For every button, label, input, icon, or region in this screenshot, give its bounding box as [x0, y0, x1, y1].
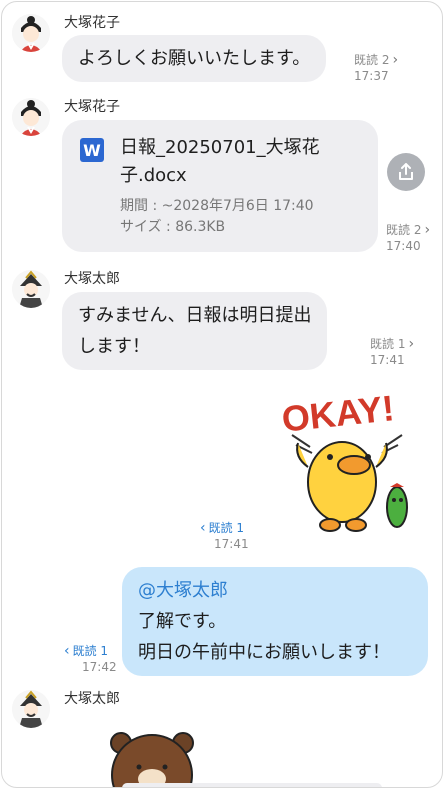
message-time: 17:40: [386, 239, 421, 253]
avatar-taro[interactable]: [12, 690, 50, 728]
avatar-hanako[interactable]: [12, 14, 50, 52]
read-count: 既読 1: [208, 521, 245, 535]
read-count: 既読 1: [370, 337, 406, 351]
sender-name: 大塚太郎: [64, 691, 120, 707]
read-receipt[interactable]: ‹ 既読 1: [200, 520, 249, 536]
sender-name: 大塚花子: [64, 99, 120, 115]
file-size: サイズ : 86.3KB: [120, 219, 226, 235]
message-time: 17:41: [370, 353, 405, 367]
message-meta: 既読 2 › 17:40: [386, 222, 430, 254]
read-count: 既読 2: [386, 223, 422, 237]
bear-sticker[interactable]: [107, 727, 197, 787]
chevron-right-icon: ›: [392, 52, 399, 68]
file-period: 期間 : ~2028年7月6日 17:40: [120, 198, 314, 214]
avatar-hanako[interactable]: [12, 98, 50, 136]
avatar-taro[interactable]: [12, 270, 50, 308]
sticker-text: OKAY!: [280, 387, 396, 440]
chevron-right-icon: ›: [424, 222, 431, 238]
chevron-left-icon: ‹: [64, 643, 70, 659]
message-meta: 既読 1 › 17:41: [370, 336, 414, 368]
sent-message-bubble[interactable]: @大塚太郎 了解です。 明日の午前中にお願いします！: [122, 567, 428, 676]
message-time: 17:42: [82, 660, 117, 674]
read-receipt[interactable]: 既読 2 ›: [354, 52, 398, 68]
share-button[interactable]: [387, 153, 425, 191]
sender-name: 大塚太郎: [64, 271, 120, 287]
message-time: 17:41: [214, 537, 249, 551]
chevron-left-icon: ‹: [200, 520, 206, 536]
file-message[interactable]: W 日報_20250701_大塚花 子.docx 期間 : ~2028年7月6日…: [62, 120, 378, 252]
read-receipt[interactable]: ‹ 既読 1: [64, 643, 117, 659]
message-meta: ‹ 既読 1 17:41: [200, 520, 249, 552]
read-count: 既読 1: [72, 644, 109, 658]
message-time: 17:37: [354, 69, 389, 83]
file-name-line: 子.docx: [120, 165, 187, 186]
chevron-right-icon: ›: [408, 336, 415, 352]
file-name: 日報_20250701_大塚花 子.docx: [120, 134, 320, 190]
message-meta: 既読 2 › 17:37: [354, 52, 398, 84]
message-text: します！: [78, 336, 150, 357]
word-file-icon: W: [80, 138, 104, 162]
message-bubble[interactable]: すみません、日報は明日提出 します！: [62, 292, 328, 370]
share-icon: [399, 163, 413, 180]
chat-window: 大塚花子 よろしくお願いいたします。 既読 2 › 17:37 大塚花子 W 日報…: [1, 1, 443, 788]
sender-name: 大塚花子: [64, 15, 120, 31]
read-receipt[interactable]: 既読 2 ›: [386, 222, 430, 238]
message-bubble-partial: [122, 783, 382, 787]
message-text: すみません、日報は明日提出: [78, 305, 312, 326]
message-meta: ‹ 既読 1 17:42: [64, 643, 117, 675]
read-receipt[interactable]: 既読 1 ›: [370, 336, 414, 352]
read-count: 既読 2: [354, 53, 390, 67]
message-bubble[interactable]: よろしくお願いいたします。: [62, 35, 327, 82]
file-name-line: 日報_20250701_大塚花: [120, 137, 320, 158]
mention[interactable]: @大塚太郎: [138, 575, 412, 606]
message-text: 明日の午前中にお願いします！: [138, 642, 390, 663]
message-text: よろしくお願いいたします。: [78, 48, 311, 69]
sticker[interactable]: OKAY!: [272, 387, 422, 537]
message-text: 了解です。: [138, 611, 227, 632]
file-details: 期間 : ~2028年7月6日 17:40 サイズ : 86.3KB: [120, 196, 314, 238]
